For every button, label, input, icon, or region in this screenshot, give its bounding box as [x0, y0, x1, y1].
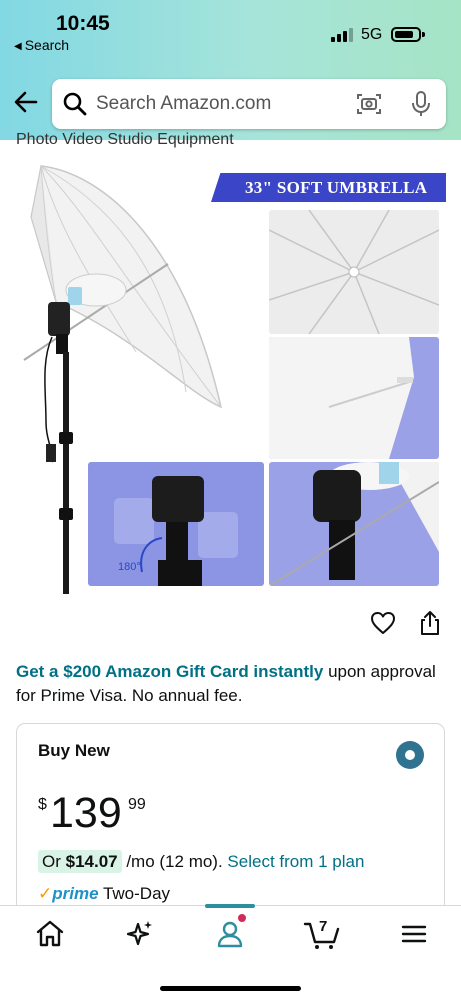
active-tab-indicator — [205, 904, 255, 908]
bottom-nav: 7 — [0, 904, 461, 1000]
status-time: 10:45 — [56, 12, 110, 35]
header: 10:45 ◀ Search 5G — [0, 0, 461, 140]
back-triangle-icon: ◀ — [14, 41, 22, 52]
prime-delivery-row: ✓prime Two-Day — [38, 884, 170, 904]
search-input[interactable] — [96, 79, 346, 129]
camera-icon[interactable] — [356, 92, 382, 116]
monthly-payment-chip: Or $14.07 — [38, 850, 122, 873]
gift-card-promo-link[interactable]: Get a $200 Amazon Gift Card instantly — [16, 662, 323, 681]
share-icon[interactable] — [418, 609, 442, 637]
search-bar[interactable] — [52, 79, 446, 129]
heart-icon[interactable] — [370, 611, 396, 635]
prime-visa-promo: Get a $200 Amazon Gift Card instantly up… — [16, 660, 436, 708]
battery-icon — [391, 27, 425, 42]
payment-plan-row: Or $14.07 /mo (12 mo). Select from 1 pla… — [38, 850, 364, 873]
umbrella-size-banner: 33" SOFT UMBRELLA — [211, 173, 446, 202]
rotating-holder-detail: 180° — [88, 462, 264, 586]
delivery-speed: Two-Day — [98, 884, 171, 903]
price-fraction: 99 — [128, 796, 146, 813]
price-whole: 139 — [50, 789, 122, 837]
cart-count: 7 — [319, 918, 328, 935]
product-image[interactable]: 33" SOFT UMBRELLA 180° — [16, 162, 446, 594]
back-to-search-label: Search — [24, 37, 70, 53]
rotation-angle-label: 180° — [118, 561, 141, 573]
lamp-holder-closeup — [269, 462, 439, 586]
plan-prefix: Or — [42, 852, 66, 871]
product-subtitle: Photo Video Studio Equipment — [16, 131, 234, 148]
notification-badge — [238, 914, 246, 922]
umbrella-size-banner-text: 33" SOFT UMBRELLA — [245, 178, 428, 197]
umbrella-underside-detail — [269, 210, 439, 334]
prime-check-icon: ✓ — [38, 884, 53, 903]
home-icon[interactable] — [30, 918, 70, 950]
buy-new-radio[interactable] — [396, 741, 424, 769]
mic-icon[interactable] — [410, 90, 432, 118]
buy-box: Buy New $ 139 99 Or $14.07 /mo (12 mo). … — [16, 723, 445, 923]
plan-terms: /mo (12 mo). — [121, 852, 228, 871]
price-symbol: $ — [38, 796, 47, 813]
plan-amount: $14.07 — [65, 852, 118, 871]
rufus-sparkle-icon[interactable] — [118, 918, 158, 950]
select-plan-link[interactable]: Select from 1 plan — [227, 852, 364, 871]
search-icon — [63, 92, 87, 116]
home-indicator — [160, 986, 301, 991]
back-to-search[interactable]: ◀ Search — [14, 37, 69, 53]
network-type: 5G — [361, 26, 383, 43]
account-icon[interactable] — [210, 918, 250, 950]
signal-icon — [331, 28, 355, 42]
back-arrow-icon[interactable] — [12, 88, 40, 116]
umbrella-edge-detail — [269, 337, 439, 459]
menu-icon[interactable] — [394, 918, 434, 950]
buy-new-title: Buy New — [38, 741, 110, 760]
prime-logo: prime — [52, 884, 99, 903]
